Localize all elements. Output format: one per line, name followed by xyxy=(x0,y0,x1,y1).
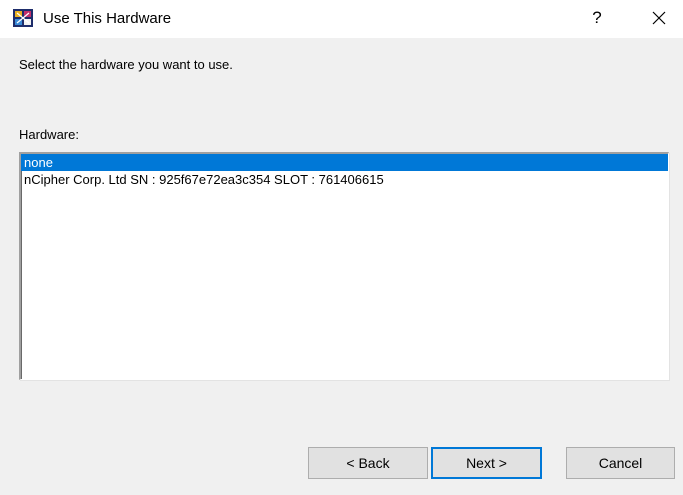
title-bar: Use This Hardware ? xyxy=(0,0,683,38)
hardware-label: Hardware: xyxy=(19,127,79,142)
back-button[interactable]: < Back xyxy=(308,447,428,479)
hardware-listbox[interactable]: none nCipher Corp. Ltd SN : 925f67e72ea3… xyxy=(19,152,669,380)
help-button[interactable]: ? xyxy=(584,4,610,32)
cancel-button[interactable]: Cancel xyxy=(566,447,675,479)
close-button[interactable] xyxy=(644,4,674,32)
window-title: Use This Hardware xyxy=(43,10,172,27)
hardware-item-ncipher[interactable]: nCipher Corp. Ltd SN : 925f67e72ea3c354 … xyxy=(21,171,668,188)
hardware-item-none[interactable]: none xyxy=(21,154,668,171)
use-this-hardware-dialog: Use This Hardware ? Select the hardware … xyxy=(0,0,683,495)
instruction-text: Select the hardware you want to use. xyxy=(19,57,233,72)
hardware-app-icon xyxy=(13,9,33,27)
close-icon xyxy=(652,11,666,25)
next-button[interactable]: Next > xyxy=(431,447,542,479)
